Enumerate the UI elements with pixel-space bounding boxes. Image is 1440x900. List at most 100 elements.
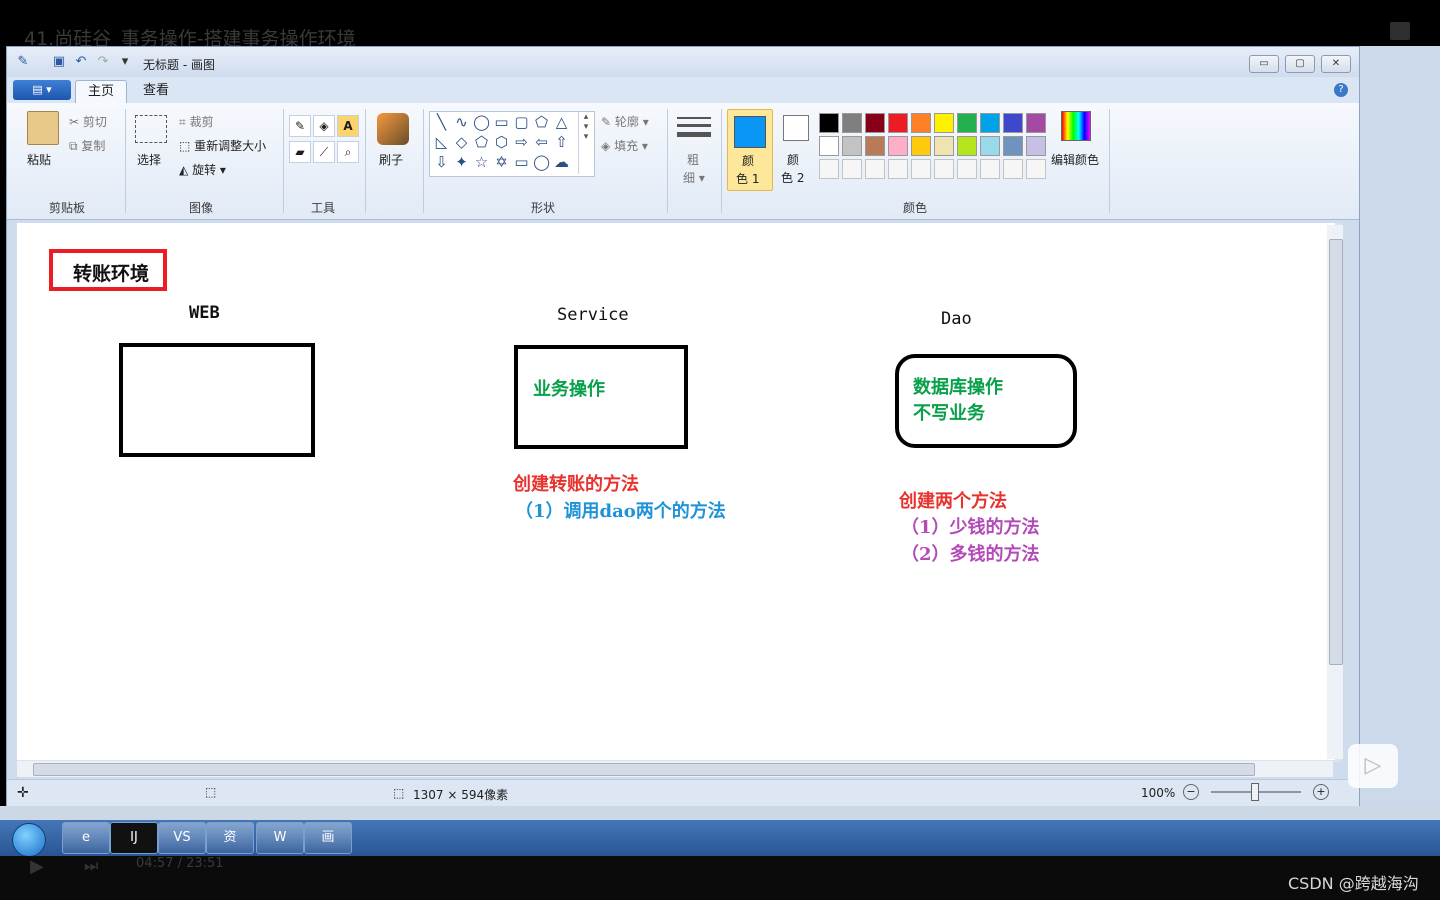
rotate-button[interactable]: ◭ 旋转 ▾	[179, 161, 226, 178]
video-menu-icon[interactable]	[1390, 22, 1410, 40]
next-icon[interactable]: ⏭	[84, 856, 98, 876]
save-icon[interactable]: ▣	[51, 54, 67, 70]
color-swatch[interactable]	[957, 113, 977, 133]
color-swatch[interactable]	[934, 136, 954, 156]
diamond-shape-icon[interactable]: ◇	[452, 133, 471, 152]
color-swatch[interactable]	[1026, 159, 1046, 179]
taskbar-vs-icon[interactable]: VS	[158, 822, 206, 854]
color-swatch[interactable]	[1026, 113, 1046, 133]
color-picker-icon[interactable]: ⟋	[313, 141, 335, 163]
undo-icon[interactable]: ↶	[73, 54, 89, 70]
vertical-scroll-thumb[interactable]	[1329, 239, 1343, 665]
copy-button[interactable]: ⧉ 复制	[69, 137, 105, 154]
text-tool-icon[interactable]: A	[337, 115, 359, 137]
color-swatch[interactable]	[865, 136, 885, 156]
taskbar-idea-icon[interactable]: IJ	[110, 822, 158, 854]
hexagon-shape-icon[interactable]: ⬡	[492, 133, 511, 152]
color2-button[interactable]: 颜 色 2	[777, 109, 817, 189]
zoom-out-icon[interactable]: −	[1183, 784, 1199, 800]
color-swatch[interactable]	[888, 136, 908, 156]
color-swatch[interactable]	[865, 159, 885, 179]
color-swatch[interactable]	[911, 159, 931, 179]
color-swatch[interactable]	[1003, 113, 1023, 133]
color-swatch[interactable]	[888, 113, 908, 133]
taskbar-word-icon[interactable]: W	[256, 822, 304, 854]
down-arrow-shape-icon[interactable]: ⇩	[432, 153, 451, 172]
brush-icon[interactable]	[377, 113, 409, 145]
color-swatch[interactable]	[934, 113, 954, 133]
edit-colors-button[interactable]: 编辑颜色	[1051, 151, 1099, 168]
zoom-in-icon[interactable]: +	[1313, 784, 1329, 800]
triangle-shape-icon[interactable]: △	[552, 113, 571, 132]
line-shape-icon[interactable]: ╲	[432, 113, 451, 132]
taskbar-explorer-icon[interactable]: 资	[206, 822, 254, 854]
size-icon[interactable]	[677, 115, 711, 143]
color-swatch[interactable]	[957, 159, 977, 179]
brushes-button[interactable]: 刷子	[379, 151, 403, 168]
zoom-slider-thumb[interactable]	[1251, 783, 1259, 801]
color-swatch[interactable]	[888, 159, 908, 179]
right-triangle-shape-icon[interactable]: ◺	[432, 133, 451, 152]
cut-button[interactable]: ✂ 剪切	[69, 113, 107, 130]
paste-icon[interactable]	[27, 111, 59, 145]
resize-button[interactable]: ⬚ 重新调整大小	[179, 137, 266, 154]
color-swatch[interactable]	[957, 136, 977, 156]
pentagon-shape-icon[interactable]: ⬠	[472, 133, 491, 152]
select-icon[interactable]	[135, 115, 167, 143]
color-swatch[interactable]	[819, 136, 839, 156]
color-swatch[interactable]	[934, 159, 954, 179]
up-arrow-shape-icon[interactable]: ⇧	[552, 133, 571, 152]
color-swatch[interactable]	[911, 136, 931, 156]
horizontal-scrollbar[interactable]	[17, 761, 1333, 777]
color-swatch[interactable]	[1003, 159, 1023, 179]
fill-bucket-icon[interactable]: ◈	[313, 115, 335, 137]
shapes-scroll[interactable]: ▴ ▾ ▾	[578, 112, 593, 174]
quick-access-dropdown-icon[interactable]: ▾	[117, 54, 133, 70]
cloud-callout-shape-icon[interactable]: ☁	[552, 153, 571, 172]
left-arrow-shape-icon[interactable]: ⇦	[532, 133, 551, 152]
five-point-star-shape-icon[interactable]: ☆	[472, 153, 491, 172]
select-button[interactable]: 选择	[137, 151, 161, 168]
color-swatch[interactable]	[911, 113, 931, 133]
paste-button[interactable]: 粘贴	[27, 151, 51, 168]
outline-button[interactable]: ✎ 轮廓 ▾	[601, 113, 649, 130]
color-swatch[interactable]	[842, 136, 862, 156]
color-swatch[interactable]	[865, 113, 885, 133]
fill-button[interactable]: ◈ 填充 ▾	[601, 137, 648, 154]
taskbar-paint-icon[interactable]: 画	[304, 822, 352, 854]
video-play-overlay-icon[interactable]: ▷	[1348, 744, 1398, 788]
rounded-rectangle-shape-icon[interactable]: ▢	[512, 113, 531, 132]
color1-button[interactable]: 颜 色 1	[727, 109, 773, 191]
crop-button[interactable]: ⌗ 裁剪	[179, 113, 214, 130]
drawing-canvas[interactable]: 转账环境 WEB Service Dao 业务操作 数据库操作 不写业务 创建转…	[17, 223, 1335, 760]
oval-shape-icon[interactable]: ◯	[472, 113, 491, 132]
color-swatch[interactable]	[842, 113, 862, 133]
color-swatch[interactable]	[1003, 136, 1023, 156]
vertical-scrollbar[interactable]	[1327, 225, 1343, 759]
color-swatch[interactable]	[980, 113, 1000, 133]
help-icon[interactable]: ?	[1334, 83, 1348, 97]
minimize-button[interactable]: ▭	[1249, 55, 1279, 73]
color-swatch[interactable]	[1026, 136, 1046, 156]
edit-colors-icon[interactable]	[1061, 111, 1091, 141]
play-icon[interactable]: ▶	[30, 856, 44, 877]
oval-callout-shape-icon[interactable]: ◯	[532, 153, 551, 172]
horizontal-scroll-thumb[interactable]	[33, 763, 1255, 776]
redo-icon[interactable]: ↷	[95, 54, 111, 70]
paint-menu-button[interactable]: ▤ ▾	[13, 80, 71, 100]
right-arrow-shape-icon[interactable]: ⇨	[512, 133, 531, 152]
color-swatch[interactable]	[842, 159, 862, 179]
start-button[interactable]	[12, 823, 46, 857]
size-label-bottom[interactable]: 细 ▾	[683, 169, 705, 186]
color-swatch[interactable]	[980, 136, 1000, 156]
maximize-button[interactable]: ▢	[1285, 55, 1315, 73]
polygon-shape-icon[interactable]: ⬠	[532, 113, 551, 132]
close-button[interactable]: ✕	[1321, 55, 1351, 73]
six-point-star-shape-icon[interactable]: ✡	[492, 153, 511, 172]
taskbar-ie-icon[interactable]: e	[62, 822, 110, 854]
eraser-icon[interactable]: ▰	[289, 141, 311, 163]
color-swatch[interactable]	[819, 113, 839, 133]
shapes-gallery[interactable]: ╲ ∿ ◯ ▭ ▢ ⬠ △ ◺ ◇ ⬠ ⬡ ⇨ ⇦ ⇧ ⇩ ✦ ☆ ✡ ▭ ◯ …	[429, 111, 595, 177]
size-label-top[interactable]: 粗	[687, 151, 699, 168]
rectangle-shape-icon[interactable]: ▭	[492, 113, 511, 132]
